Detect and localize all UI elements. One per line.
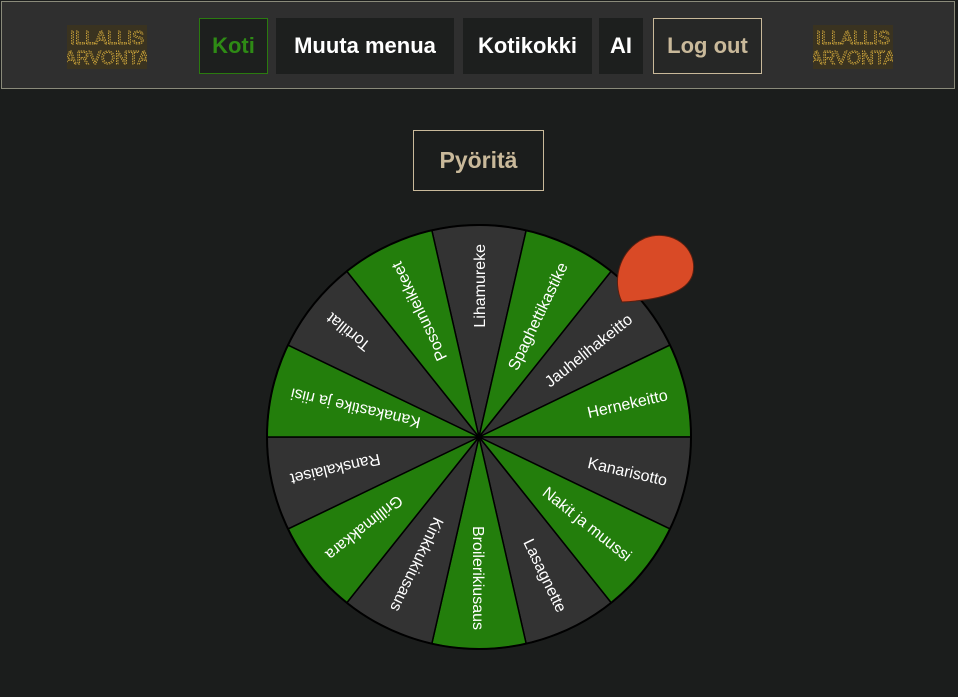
- prize-wheel[interactable]: Lihamureke SpaghettikastikeJauhelihakeitt…: [0, 0, 958, 697]
- wheel-segment-label: Lihamureke: [472, 244, 489, 328]
- wheel-segment-label: Broilerikiusaus: [469, 526, 486, 630]
- wheel-pointer-icon: [616, 234, 695, 303]
